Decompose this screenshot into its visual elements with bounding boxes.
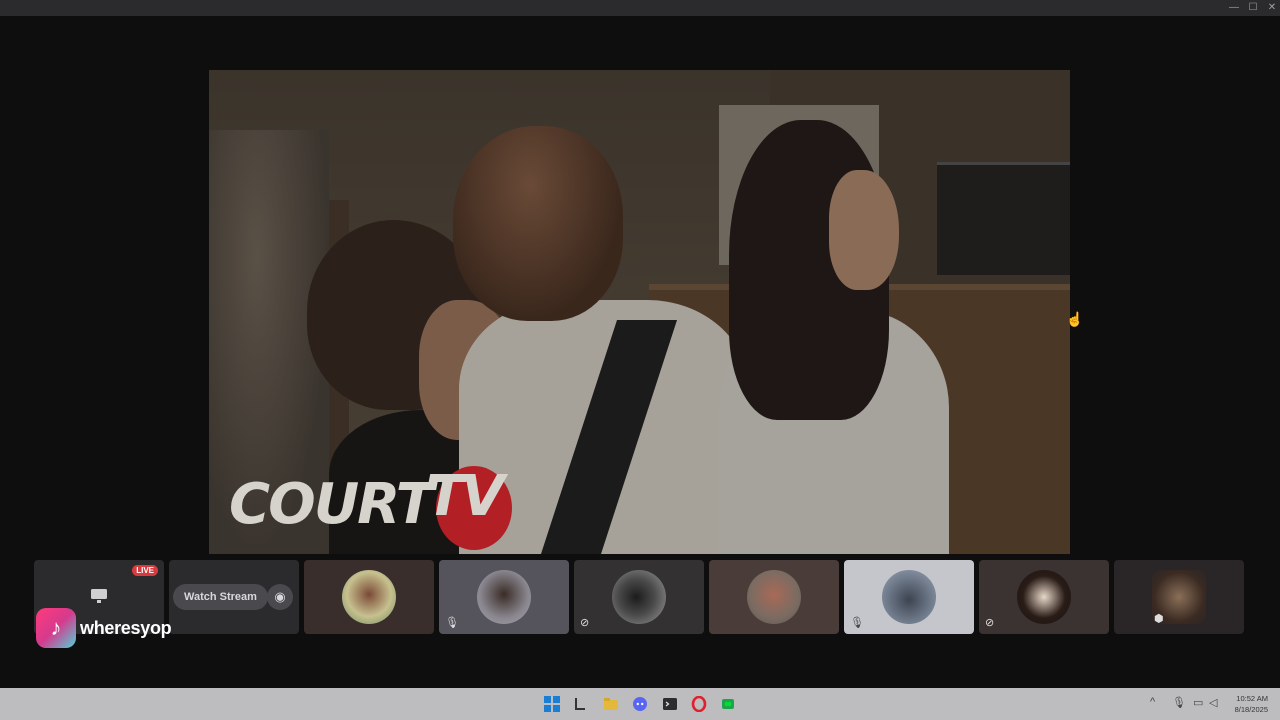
- camera-off-icon: ⊘: [580, 617, 590, 629]
- terminal-icon[interactable]: [662, 696, 678, 712]
- network-icon[interactable]: ▭: [1193, 696, 1203, 709]
- taskbar: ^ 🎙 ▭ ◁ 10:52 AM 8/18/2025: [0, 688, 1280, 720]
- clock-time: 10:52 AM: [1236, 694, 1268, 703]
- avatar: [747, 570, 801, 624]
- folder-icon[interactable]: [603, 696, 619, 712]
- participant-tile[interactable]: [709, 560, 839, 634]
- shelf: [937, 162, 1070, 275]
- tiktok-watermark: ♪ wheresyop: [36, 608, 172, 648]
- logo-tv-text: TV: [425, 464, 505, 529]
- title-bar: — ☐ ✕: [0, 0, 1280, 16]
- stream-video[interactable]: COURT TV: [209, 70, 1070, 554]
- live-badge: LIVE: [132, 565, 158, 576]
- tiktok-icon: ♪: [36, 608, 76, 648]
- monitor-icon: [90, 588, 108, 604]
- court-tv-logo: COURT TV: [229, 458, 516, 550]
- minimize-button[interactable]: —: [1226, 1, 1242, 15]
- clock[interactable]: 10:52 AM 8/18/2025: [1235, 693, 1268, 715]
- person-face-2: [829, 170, 899, 290]
- file-icon[interactable]: [572, 696, 588, 712]
- microphone-icon[interactable]: 🎙: [1172, 696, 1186, 709]
- participant-tile[interactable]: 🎙: [439, 560, 569, 634]
- camera-off-icon: ⊘: [985, 617, 995, 629]
- person-head: [453, 126, 623, 321]
- app-icon[interactable]: [720, 696, 736, 712]
- participant-tile[interactable]: ⊘: [574, 560, 704, 634]
- discord-icon[interactable]: [632, 696, 648, 712]
- avatar: [882, 570, 936, 624]
- watch-stream-tile: Watch Stream ◉: [169, 560, 299, 634]
- avatar: [342, 570, 396, 624]
- participant-tile[interactable]: [304, 560, 434, 634]
- logo-tv-mark: TV: [424, 458, 516, 550]
- participant-tile[interactable]: ⊘: [979, 560, 1109, 634]
- eye-icon[interactable]: ◉: [267, 584, 293, 610]
- clock-date: 8/18/2025: [1234, 705, 1268, 714]
- participant-tile[interactable]: ⬢: [1114, 560, 1244, 634]
- participant-tile[interactable]: 🎙: [844, 560, 974, 634]
- hand-cursor-icon: ☝: [1066, 311, 1084, 327]
- avatar: [612, 570, 666, 624]
- opera-icon[interactable]: [691, 695, 707, 713]
- avatar: [477, 570, 531, 624]
- windows-start-icon[interactable]: [544, 696, 560, 712]
- volume-icon[interactable]: ◁: [1209, 696, 1217, 709]
- close-button[interactable]: ✕: [1264, 1, 1280, 15]
- badge-icon: ⬢: [1154, 613, 1164, 625]
- mic-muted-icon: 🎙: [445, 617, 459, 629]
- chevron-up-icon[interactable]: ^: [1150, 696, 1155, 708]
- participant-tiles: LIVE Watch Stream ◉ 🎙 ⊘ 🎙 ⊘ ⬢: [34, 560, 1246, 634]
- watch-stream-button[interactable]: Watch Stream: [173, 584, 268, 610]
- avatar: [1017, 570, 1071, 624]
- mic-muted-icon: 🎙: [850, 617, 864, 629]
- logo-text: COURT: [229, 471, 434, 537]
- username-label: wheresyop: [80, 617, 172, 638]
- maximize-button[interactable]: ☐: [1245, 1, 1261, 15]
